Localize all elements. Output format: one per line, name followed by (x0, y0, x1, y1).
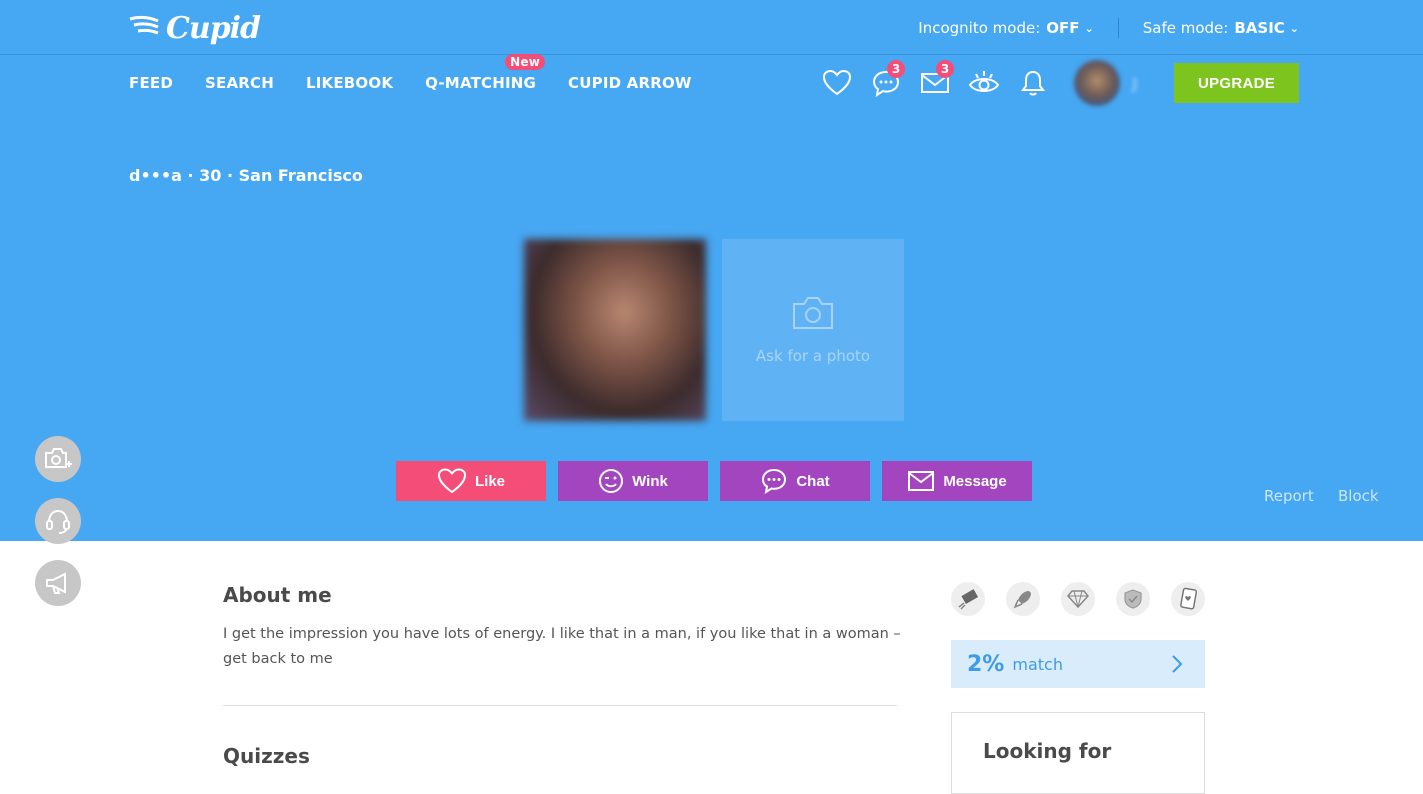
logo-text: Cupid (166, 10, 261, 46)
mail-icon[interactable]: 3 (918, 60, 954, 100)
shield-icon[interactable] (1116, 582, 1150, 616)
nav-likebook[interactable]: LIKEBOOK (306, 74, 393, 92)
nav-q-matching-label: Q-MATCHING (425, 74, 537, 92)
camera-icon (793, 297, 833, 329)
arrow-ticket-icon[interactable] (951, 582, 985, 616)
user-name: J (1132, 73, 1138, 93)
wink-label: Wink (632, 472, 668, 490)
safe-mode-select[interactable]: BASIC (1234, 19, 1284, 37)
main-nav: FEED SEARCH LIKEBOOK Q-MATCHING New CUPI… (129, 54, 724, 92)
avatar[interactable] (1074, 60, 1120, 106)
ask-photo-label: Ask for a photo (755, 347, 871, 365)
header-icons: 3 3 (820, 60, 1065, 100)
profile-photo[interactable] (524, 239, 706, 421)
profile-title: d•••a · 30 · San Francisco (129, 166, 363, 185)
divider (1117, 18, 1119, 38)
profile-hero: Cupid Incognito mode: OFF ⌄ Safe mode: B… (0, 0, 1423, 541)
match-percent: 2% (967, 651, 1005, 677)
new-badge: New (505, 54, 546, 70)
incognito-toggle[interactable]: OFF (1046, 19, 1079, 37)
playing-card-icon[interactable] (1171, 582, 1205, 616)
visitors-eye-icon[interactable] (967, 66, 1001, 100)
match-label: match (1012, 654, 1063, 674)
add-photo-button[interactable] (35, 436, 81, 482)
rocket-icon[interactable] (1006, 582, 1040, 616)
wink-face-icon (599, 469, 624, 493)
chats-badge: 3 (887, 60, 905, 78)
looking-for-heading: Looking for (983, 739, 1112, 763)
safe-mode-label: Safe mode: (1142, 19, 1229, 37)
upgrade-button[interactable]: UPGRADE (1174, 63, 1299, 103)
likes-icon[interactable] (820, 66, 854, 100)
message-button[interactable]: Message (882, 461, 1032, 501)
floating-tools (35, 436, 81, 622)
chat-button[interactable]: Chat (720, 461, 870, 501)
match-card[interactable]: 2% match (951, 640, 1205, 688)
quizzes-heading: Quizzes (223, 744, 310, 768)
megaphone-icon (46, 572, 66, 594)
nav-q-matching[interactable]: Q-MATCHING New (425, 54, 546, 92)
nav-search[interactable]: SEARCH (205, 74, 274, 92)
envelope-icon (908, 471, 935, 491)
report-link[interactable]: Report (1264, 487, 1314, 505)
incognito-label: Incognito mode: (918, 19, 1041, 37)
support-button[interactable] (35, 498, 81, 544)
about-text: I get the impression you have lots of en… (223, 626, 901, 667)
profile-actions: Like Wink Chat Message (396, 461, 1044, 501)
top-bar: Cupid Incognito mode: OFF ⌄ Safe mode: B… (0, 0, 1423, 55)
nav-cupid-arrow[interactable]: CUPID ARROW (568, 74, 692, 92)
chevron-right-icon (1172, 655, 1183, 673)
section-divider (223, 705, 897, 706)
mail-badge: 3 (936, 60, 954, 78)
block-link[interactable]: Block (1338, 487, 1379, 505)
chat-bubble-icon (762, 468, 787, 494)
headset-icon (46, 509, 70, 534)
camera-plus-icon (45, 448, 72, 468)
looking-for-card: Looking for (951, 712, 1205, 794)
chevron-down-icon[interactable]: ⌄ (1085, 22, 1094, 35)
cupid-logo[interactable]: Cupid (128, 6, 261, 50)
announce-button[interactable] (35, 560, 81, 606)
wink-button[interactable]: Wink (558, 461, 708, 501)
bell-icon[interactable] (1016, 66, 1050, 100)
chat-label: Chat (796, 472, 830, 490)
diamond-icon[interactable] (1061, 582, 1095, 616)
ask-photo-tile[interactable]: Ask for a photo (722, 239, 904, 421)
chevron-down-icon[interactable]: ⌄ (1290, 22, 1299, 35)
user-menu[interactable]: J (1074, 60, 1138, 106)
wing-icon (129, 15, 159, 35)
like-label: Like (474, 472, 505, 490)
message-label: Message (943, 472, 1007, 490)
like-button[interactable]: Like (396, 461, 546, 501)
top-settings: Incognito mode: OFF ⌄ Safe mode: BASIC ⌄ (918, 18, 1299, 38)
heart-icon (437, 468, 466, 494)
about-heading: About me (223, 583, 332, 607)
achievement-badges (951, 582, 1226, 616)
chats-icon[interactable]: 3 (869, 60, 905, 100)
nav-feed[interactable]: FEED (129, 74, 173, 92)
